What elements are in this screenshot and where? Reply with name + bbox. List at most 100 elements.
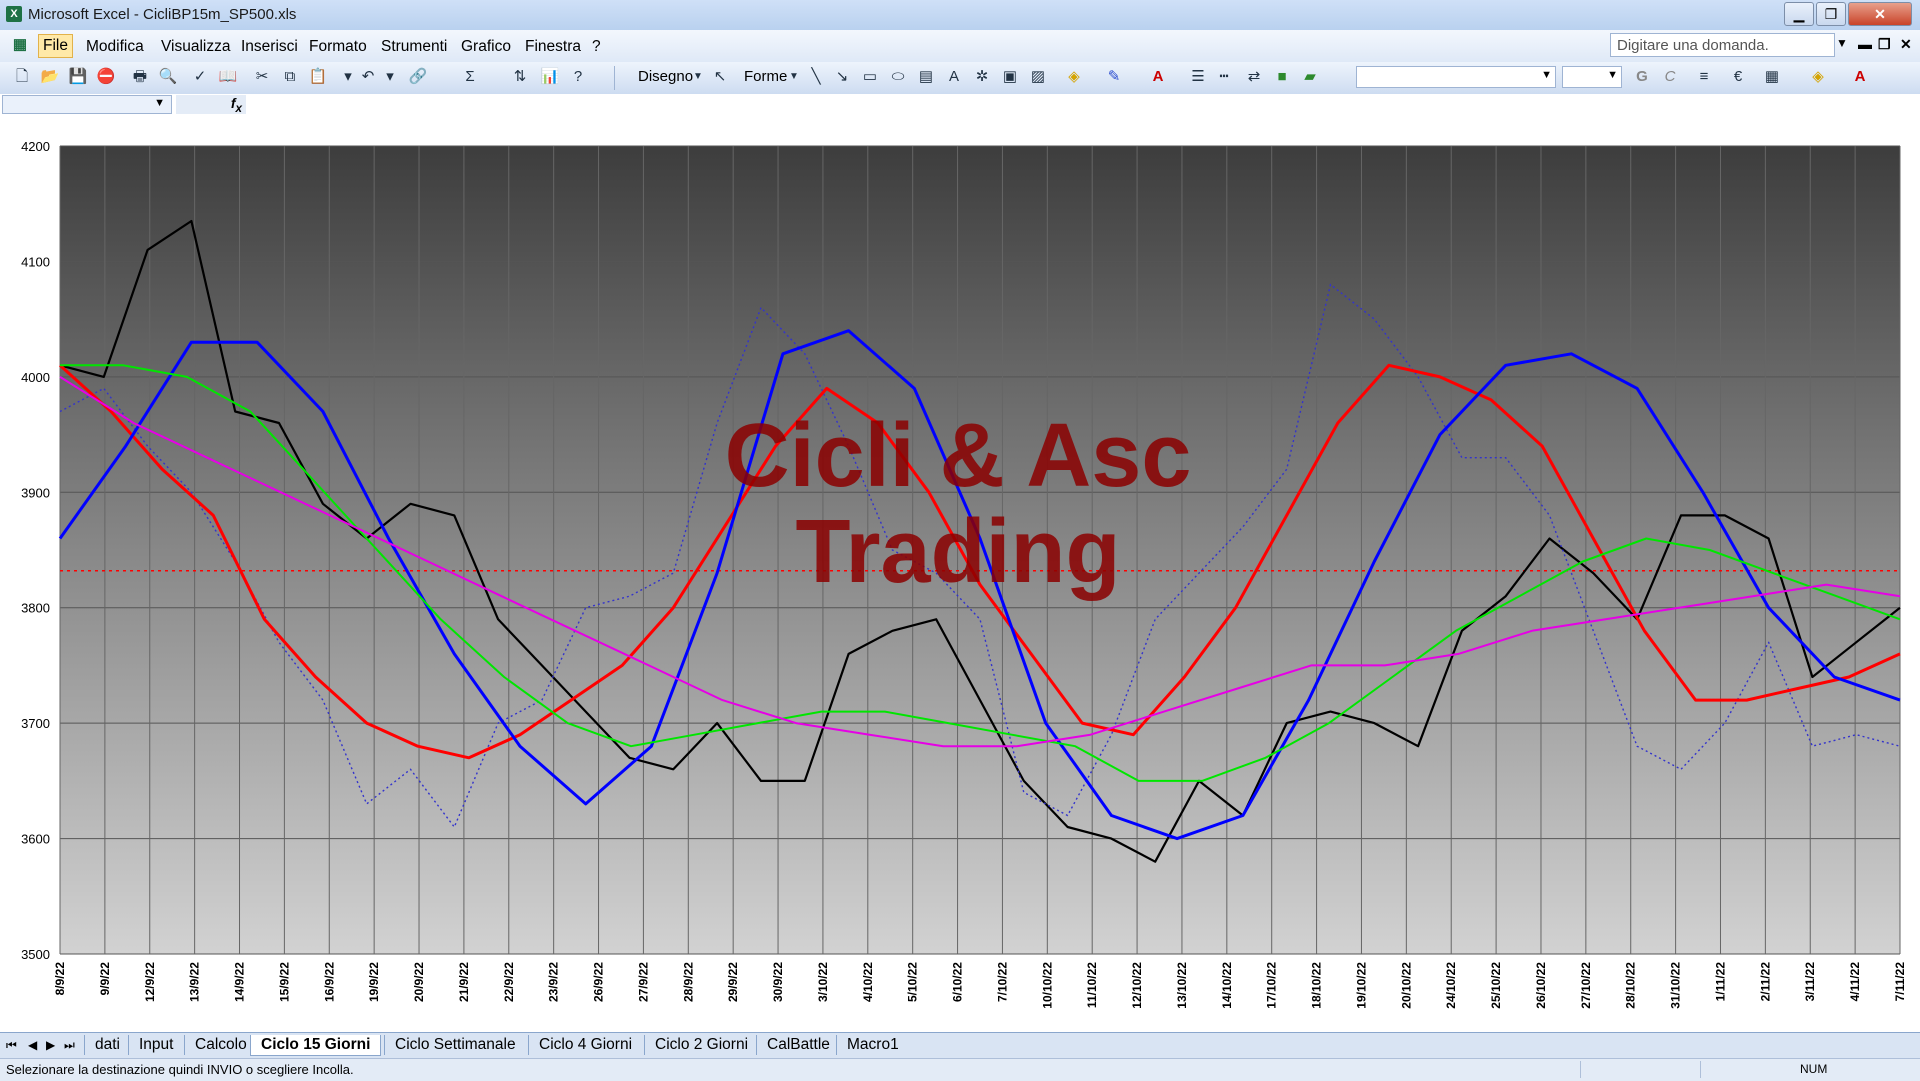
sheet-tab-dati[interactable]: dati bbox=[84, 1035, 130, 1055]
excel-app-icon[interactable]: X bbox=[6, 6, 22, 22]
chart-wizard-icon[interactable]: 📊 bbox=[540, 67, 560, 87]
fill-color-icon[interactable]: ◈ bbox=[1064, 67, 1084, 87]
help-icon[interactable]: ? bbox=[568, 67, 588, 87]
y-tick-label: 4100 bbox=[21, 254, 50, 269]
sheet-tabs-bar: ⏮ ◀ ▶ ⏭ dati Input Calcolo Ciclo 15 Gior… bbox=[0, 1032, 1920, 1059]
arrow-style-icon[interactable]: ⇄ bbox=[1244, 67, 1264, 87]
sort-asc-icon[interactable]: ⇅ bbox=[510, 67, 530, 87]
undo-icon[interactable]: ↶ bbox=[358, 67, 378, 87]
x-tick-label: 26/10/22 bbox=[1534, 962, 1548, 1009]
doc-close-button[interactable]: ✕ bbox=[1900, 36, 1912, 53]
sum-icon[interactable]: Σ bbox=[460, 67, 480, 87]
fill-color-2-icon[interactable]: ◈ bbox=[1808, 67, 1828, 87]
font-color-icon[interactable]: A bbox=[1148, 67, 1168, 87]
x-tick-label: 4/10/22 bbox=[861, 962, 875, 1002]
name-box[interactable]: ▼ bbox=[2, 95, 172, 114]
menu-formato[interactable]: Formato bbox=[305, 36, 371, 58]
menu-file[interactable]: File bbox=[38, 34, 73, 58]
last-sheet-icon[interactable]: ⏭ bbox=[64, 1038, 75, 1053]
disegno-menu[interactable]: Disegno bbox=[638, 68, 693, 85]
restore-button[interactable]: ❐ bbox=[1816, 2, 1846, 26]
dash-style-icon[interactable]: ┅ bbox=[1214, 67, 1234, 87]
excel-doc-icon[interactable]: ▦ bbox=[10, 35, 30, 55]
sheet-tab-ciclo-settimanale[interactable]: Ciclo Settimanale bbox=[384, 1035, 526, 1055]
sheet-tab-calbattle[interactable]: CalBattle bbox=[756, 1035, 840, 1055]
x-tick-label: 18/10/22 bbox=[1310, 962, 1324, 1009]
italic-icon[interactable]: C bbox=[1660, 67, 1680, 87]
menu-grafico[interactable]: Grafico bbox=[457, 36, 515, 58]
rectangle-icon[interactable]: ▭ bbox=[860, 67, 880, 87]
sheet-tab-ciclo-4-giorni[interactable]: Ciclo 4 Giorni bbox=[528, 1035, 642, 1055]
prev-sheet-icon[interactable]: ◀ bbox=[28, 1038, 37, 1052]
select-objects-icon[interactable]: ↖ bbox=[710, 67, 730, 87]
menu-modifica[interactable]: Modifica bbox=[82, 36, 148, 58]
x-tick-label: 19/10/22 bbox=[1354, 962, 1368, 1009]
oval-icon[interactable]: ⬭ bbox=[888, 67, 908, 87]
x-tick-label: 27/10/22 bbox=[1579, 962, 1593, 1009]
forme-menu[interactable]: Forme bbox=[744, 68, 787, 85]
doc-minimize-button[interactable]: ▬ bbox=[1858, 36, 1872, 52]
menu-visualizza[interactable]: Visualizza bbox=[157, 36, 235, 58]
next-sheet-icon[interactable]: ▶ bbox=[46, 1038, 55, 1052]
insert-link-icon[interactable]: 🔗 bbox=[408, 67, 428, 87]
align-icon[interactable]: ≡ bbox=[1694, 67, 1714, 87]
print-icon[interactable]: 🖶 bbox=[130, 67, 150, 87]
sheet-tab-ciclo-15-giorni[interactable]: Ciclo 15 Giorni bbox=[250, 1035, 382, 1056]
forme-dropdown-icon[interactable]: ▼ bbox=[784, 67, 804, 87]
font-color-2-icon[interactable]: A bbox=[1850, 67, 1870, 87]
3d-icon[interactable]: ▰ bbox=[1300, 67, 1320, 87]
sheet-tab-ciclo-2-giorni[interactable]: Ciclo 2 Giorni bbox=[644, 1035, 758, 1055]
x-tick-label: 4/11/22 bbox=[1848, 962, 1862, 1002]
menu-finestra[interactable]: Finestra bbox=[521, 36, 585, 58]
borders-icon[interactable]: ▦ bbox=[1762, 67, 1782, 87]
line-icon[interactable]: ╲ bbox=[806, 67, 826, 87]
picture-icon[interactable]: ▨ bbox=[1028, 67, 1048, 87]
line-style-icon[interactable]: ☰ bbox=[1188, 67, 1208, 87]
first-sheet-icon[interactable]: ⏮ bbox=[6, 1038, 17, 1053]
menu-strumenti[interactable]: Strumenti bbox=[377, 36, 451, 58]
chart-area[interactable]: 3500 3600 3700 3800 3900 4000 4100 4200 8/9/22 9… bbox=[0, 116, 1920, 1032]
x-tick-label: 14/9/22 bbox=[233, 962, 247, 1002]
save-icon[interactable]: 💾 bbox=[68, 67, 88, 87]
menu-help[interactable]: ? bbox=[588, 36, 605, 58]
line-color-icon[interactable]: ✎ bbox=[1104, 67, 1124, 87]
clipart-icon[interactable]: ▣ bbox=[1000, 67, 1020, 87]
menu-inserisci[interactable]: Inserisci bbox=[237, 36, 302, 58]
close-button[interactable]: ✕ bbox=[1848, 2, 1912, 26]
sheet-tab-calcolo[interactable]: Calcolo bbox=[184, 1035, 257, 1055]
font-size-combo[interactable]: ▼ bbox=[1562, 66, 1622, 88]
help-dropdown-icon[interactable]: ▼ bbox=[1836, 36, 1848, 50]
print-preview-icon[interactable]: 🔍 bbox=[158, 67, 178, 87]
open-icon[interactable]: 📂 bbox=[40, 67, 60, 87]
x-tick-label: 3/10/22 bbox=[816, 962, 830, 1002]
paste-icon[interactable]: 📋 bbox=[308, 67, 328, 87]
spelling-icon[interactable]: ✓ bbox=[190, 67, 210, 87]
chart-svg[interactable]: 3500 3600 3700 3800 3900 4000 4100 4200 8/9/22 9… bbox=[0, 116, 1920, 1032]
fx-icon[interactable]: fx bbox=[176, 95, 246, 115]
shadow-icon[interactable]: ■ bbox=[1272, 67, 1292, 87]
x-tick-label: 27/9/22 bbox=[636, 962, 650, 1002]
sheet-tab-macro1[interactable]: Macro1 bbox=[836, 1035, 909, 1055]
disegno-dropdown-icon[interactable]: ▼ bbox=[688, 67, 708, 87]
textbox-icon[interactable]: ▤ bbox=[916, 67, 936, 87]
sheet-tab-input[interactable]: Input bbox=[128, 1035, 183, 1055]
doc-restore-button[interactable]: ❐ bbox=[1878, 36, 1891, 53]
minimize-button[interactable]: ▁ bbox=[1784, 2, 1814, 26]
redo-icon[interactable]: ▾ bbox=[380, 67, 400, 87]
help-question-input[interactable]: Digitare una domanda. bbox=[1610, 33, 1835, 57]
cut-icon[interactable]: ✂ bbox=[252, 67, 272, 87]
bold-icon[interactable]: G bbox=[1632, 67, 1652, 87]
format-painter-icon[interactable]: ▾ bbox=[338, 67, 358, 87]
font-name-combo[interactable]: ▼ bbox=[1356, 66, 1556, 88]
x-tick-label: 26/9/22 bbox=[592, 962, 606, 1002]
x-tick-label: 30/9/22 bbox=[771, 962, 785, 1002]
research-icon[interactable]: 📖 bbox=[218, 67, 238, 87]
copy-icon[interactable]: ⧉ bbox=[280, 67, 300, 87]
wordart-icon[interactable]: A bbox=[944, 67, 964, 87]
permission-icon[interactable]: ⛔ bbox=[96, 67, 116, 87]
currency-icon[interactable]: € bbox=[1728, 67, 1748, 87]
arrow-icon[interactable]: ↘ bbox=[832, 67, 852, 87]
chevron-down-icon: ▼ bbox=[1607, 69, 1618, 81]
diagram-icon[interactable]: ✲ bbox=[972, 67, 992, 87]
new-icon[interactable]: 🗋 bbox=[12, 67, 32, 87]
